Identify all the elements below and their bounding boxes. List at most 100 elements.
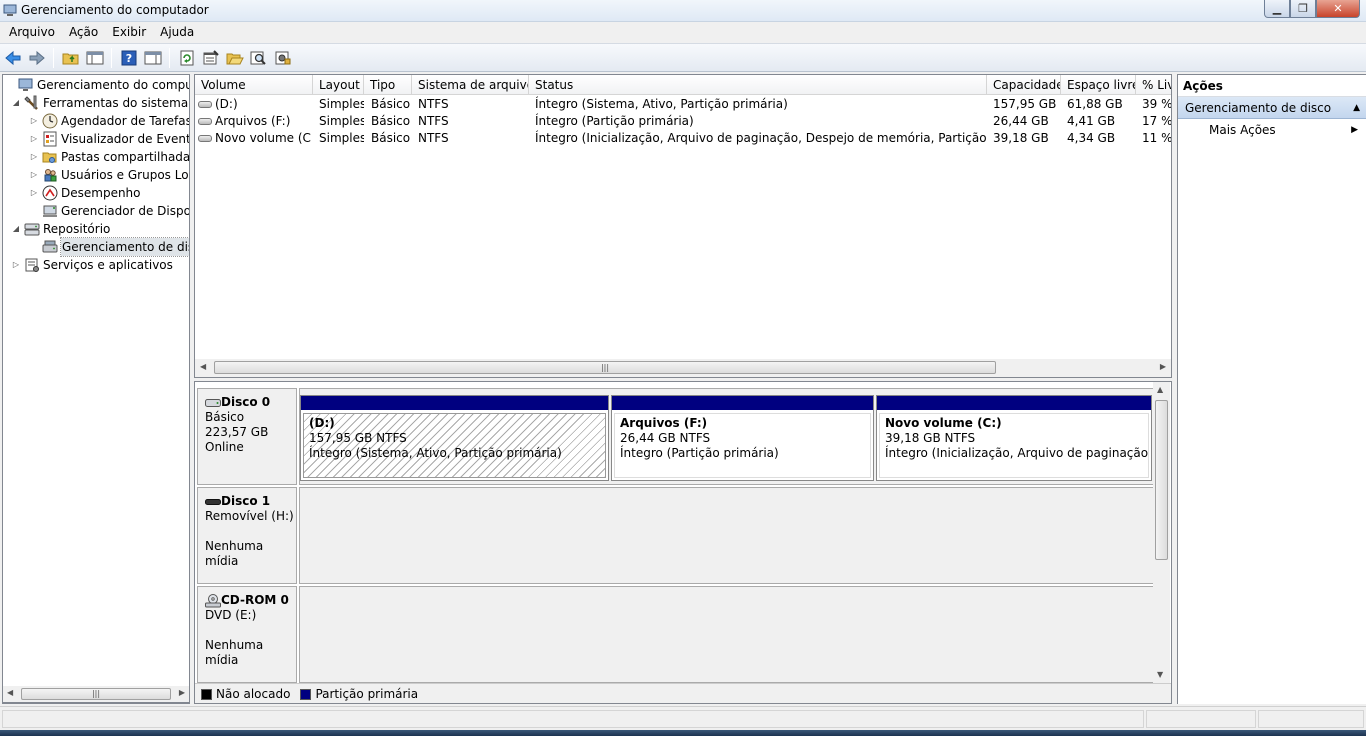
- free-space-cell: 4,34 GB: [1067, 131, 1116, 145]
- menu-ajuda[interactable]: Ajuda: [153, 22, 201, 43]
- partition-size: 157,95 GB NTFS: [309, 431, 407, 445]
- more-actions-label: Mais Ações: [1209, 123, 1276, 137]
- tree-item-task-scheduler[interactable]: ▷ Agendador de Tarefas: [29, 112, 189, 130]
- expand-arrow-icon[interactable]: ▷: [29, 112, 39, 130]
- tree-label: Gerenciador de Disposit: [61, 204, 189, 218]
- column-header-volume[interactable]: Volume: [195, 75, 313, 95]
- expand-arrow-icon[interactable]: ▷: [29, 130, 39, 148]
- more-actions-item[interactable]: Mais Ações ▶: [1178, 119, 1366, 141]
- scrollbar-thumb[interactable]: |||: [21, 688, 171, 700]
- refresh-button[interactable]: [176, 47, 197, 68]
- column-header-capacity[interactable]: Capacidade: [987, 75, 1061, 95]
- actions-pane: Ações Gerenciamento de disco ▲ Mais Açõe…: [1177, 74, 1366, 704]
- tree-item-local-users-groups[interactable]: ▷ Usuários e Grupos Loca: [29, 166, 189, 184]
- status-cell: Íntegro (Inicialização, Arquivo de pagin…: [535, 131, 987, 145]
- volume-icon: [198, 118, 212, 125]
- free-space-cell: 4,41 GB: [1067, 114, 1116, 128]
- volume-name: Arquivos (F:): [215, 114, 291, 128]
- scroll-right-icon[interactable]: ▶: [1160, 362, 1166, 371]
- disk-status: Nenhuma mídia: [205, 539, 264, 568]
- show-hide-tree-button[interactable]: [84, 47, 105, 68]
- disk-view-vertical-scrollbar[interactable]: ▲ ▼: [1153, 382, 1170, 703]
- minimize-icon: ▁: [1272, 2, 1282, 15]
- column-header-status[interactable]: Status: [529, 75, 987, 95]
- tree-item-storage[interactable]: ◢ Repositório: [11, 220, 110, 238]
- scroll-up-icon[interactable]: ▲: [1157, 385, 1163, 394]
- close-icon: ✕: [1333, 2, 1343, 15]
- disk-1-label[interactable]: Disco 1 Removível (H:) Nenhuma mídia: [197, 487, 297, 584]
- cdrom-0-label[interactable]: CD-ROM 0 DVD (E:) Nenhuma mídia: [197, 586, 297, 683]
- partition-c[interactable]: Novo volume (C:) 39,18 GB NTFS Íntegro (…: [876, 395, 1152, 481]
- menu-exibir[interactable]: Exibir: [105, 22, 153, 43]
- maximize-button[interactable]: ❐: [1290, 0, 1316, 18]
- tree-item-disk-management[interactable]: Gerenciamento de disco: [29, 237, 189, 257]
- settings-button[interactable]: [272, 47, 293, 68]
- volume-list-horizontal-scrollbar[interactable]: ◀ ||| ▶: [195, 359, 1171, 377]
- table-row[interactable]: (D:) Simples Básico NTFS Íntegro (Sistem…: [195, 96, 1171, 113]
- disk-0-partitions: (D:) 157,95 GB NTFS Íntegro (Sistema, At…: [299, 388, 1155, 485]
- column-header-file-system[interactable]: Sistema de arquivos: [412, 75, 529, 95]
- volume-list: Volume Layout Tipo Sistema de arquivos S…: [194, 74, 1172, 378]
- tree-item-event-viewer[interactable]: ▷ Visualizador de Eventos: [29, 130, 189, 148]
- collapse-arrow-icon[interactable]: ◢: [11, 220, 21, 238]
- partition-name: Novo volume (C:): [885, 416, 1002, 430]
- tree-item-device-manager[interactable]: Gerenciador de Disposit: [29, 202, 189, 220]
- disk-0-label[interactable]: Disco 0 Básico 223,57 GB Online: [197, 388, 297, 485]
- properties-button[interactable]: [200, 47, 221, 68]
- title-bar: Gerenciamento do computador ▁ ❐ ✕: [0, 0, 1366, 22]
- scrollbar-thumb[interactable]: |||: [214, 361, 996, 374]
- disk-1-area: [299, 487, 1155, 584]
- expand-arrow-icon[interactable]: ▷: [29, 148, 39, 166]
- tree-horizontal-scrollbar[interactable]: ◀ ||| ▶: [2, 686, 190, 703]
- expand-arrow-icon[interactable]: ▷: [11, 256, 21, 274]
- column-header-type[interactable]: Tipo: [364, 75, 412, 95]
- partition-d[interactable]: (D:) 157,95 GB NTFS Íntegro (Sistema, At…: [300, 395, 609, 481]
- tree-item-computer-management[interactable]: Gerenciamento do computador: [5, 76, 189, 94]
- back-button[interactable]: [2, 47, 23, 68]
- taskbar: [0, 730, 1366, 736]
- partition-size: 26,44 GB NTFS: [620, 431, 711, 445]
- help-button[interactable]: ?: [118, 47, 139, 68]
- scrollbar-thumb[interactable]: [1155, 400, 1168, 560]
- partition-status: Íntegro (Sistema, Ativo, Partição primár…: [309, 446, 562, 460]
- scroll-left-icon[interactable]: ◀: [200, 362, 206, 371]
- menu-arquivo[interactable]: Arquivo: [2, 22, 62, 43]
- expand-arrow-icon[interactable]: ▷: [29, 166, 39, 184]
- tools-icon: [24, 95, 40, 111]
- table-row[interactable]: Arquivos (F:) Simples Básico NTFS Íntegr…: [195, 113, 1171, 130]
- column-header-free-space[interactable]: Espaço livre: [1061, 75, 1136, 95]
- up-folder-button[interactable]: [60, 47, 81, 68]
- disk-type: Removível (H:): [205, 509, 294, 523]
- tree-item-system-tools[interactable]: ◢ Ferramentas do sistema: [11, 94, 188, 112]
- type-cell: Básico: [371, 97, 411, 111]
- show-hide-action-pane-button[interactable]: [142, 47, 163, 68]
- search-button[interactable]: [248, 47, 269, 68]
- open-button[interactable]: [224, 47, 245, 68]
- close-button[interactable]: ✕: [1316, 0, 1360, 18]
- actions-section-disk-management[interactable]: Gerenciamento de disco ▲: [1178, 97, 1366, 119]
- column-header-percent-free[interactable]: % Livre: [1136, 75, 1171, 95]
- column-header-layout[interactable]: Layout: [313, 75, 364, 95]
- file-system-cell: NTFS: [418, 97, 449, 111]
- shared-folder-icon: [42, 149, 58, 165]
- menu-acao[interactable]: Ação: [62, 22, 105, 43]
- collapse-up-icon[interactable]: ▲: [1353, 97, 1360, 119]
- type-cell: Básico: [371, 114, 411, 128]
- minimize-button[interactable]: ▁: [1264, 0, 1290, 18]
- forward-button[interactable]: [26, 47, 47, 68]
- tree-item-performance[interactable]: ▷ Desempenho: [29, 184, 141, 202]
- collapse-arrow-icon[interactable]: ◢: [11, 94, 21, 112]
- tree-item-shared-folders[interactable]: ▷ Pastas compartilhadas: [29, 148, 189, 166]
- tree-item-services-applications[interactable]: ▷ Serviços e aplicativos: [11, 256, 173, 274]
- table-row[interactable]: Novo volume (C:) Simples Básico NTFS Ínt…: [195, 130, 1171, 147]
- tree-label: Gerenciamento de disco: [59, 237, 189, 257]
- expand-arrow-icon[interactable]: ▷: [29, 184, 39, 202]
- status-cell: Íntegro (Partição primária): [535, 114, 694, 128]
- cdrom-0-area: [299, 586, 1155, 683]
- partition-f[interactable]: Arquivos (F:) 26,44 GB NTFS Íntegro (Par…: [611, 395, 874, 481]
- scroll-down-icon[interactable]: ▼: [1157, 670, 1163, 679]
- scroll-left-icon[interactable]: ◀: [7, 688, 13, 697]
- scroll-right-icon[interactable]: ▶: [179, 688, 185, 697]
- search-icon: [250, 51, 266, 65]
- disk-type: DVD (E:): [205, 608, 257, 622]
